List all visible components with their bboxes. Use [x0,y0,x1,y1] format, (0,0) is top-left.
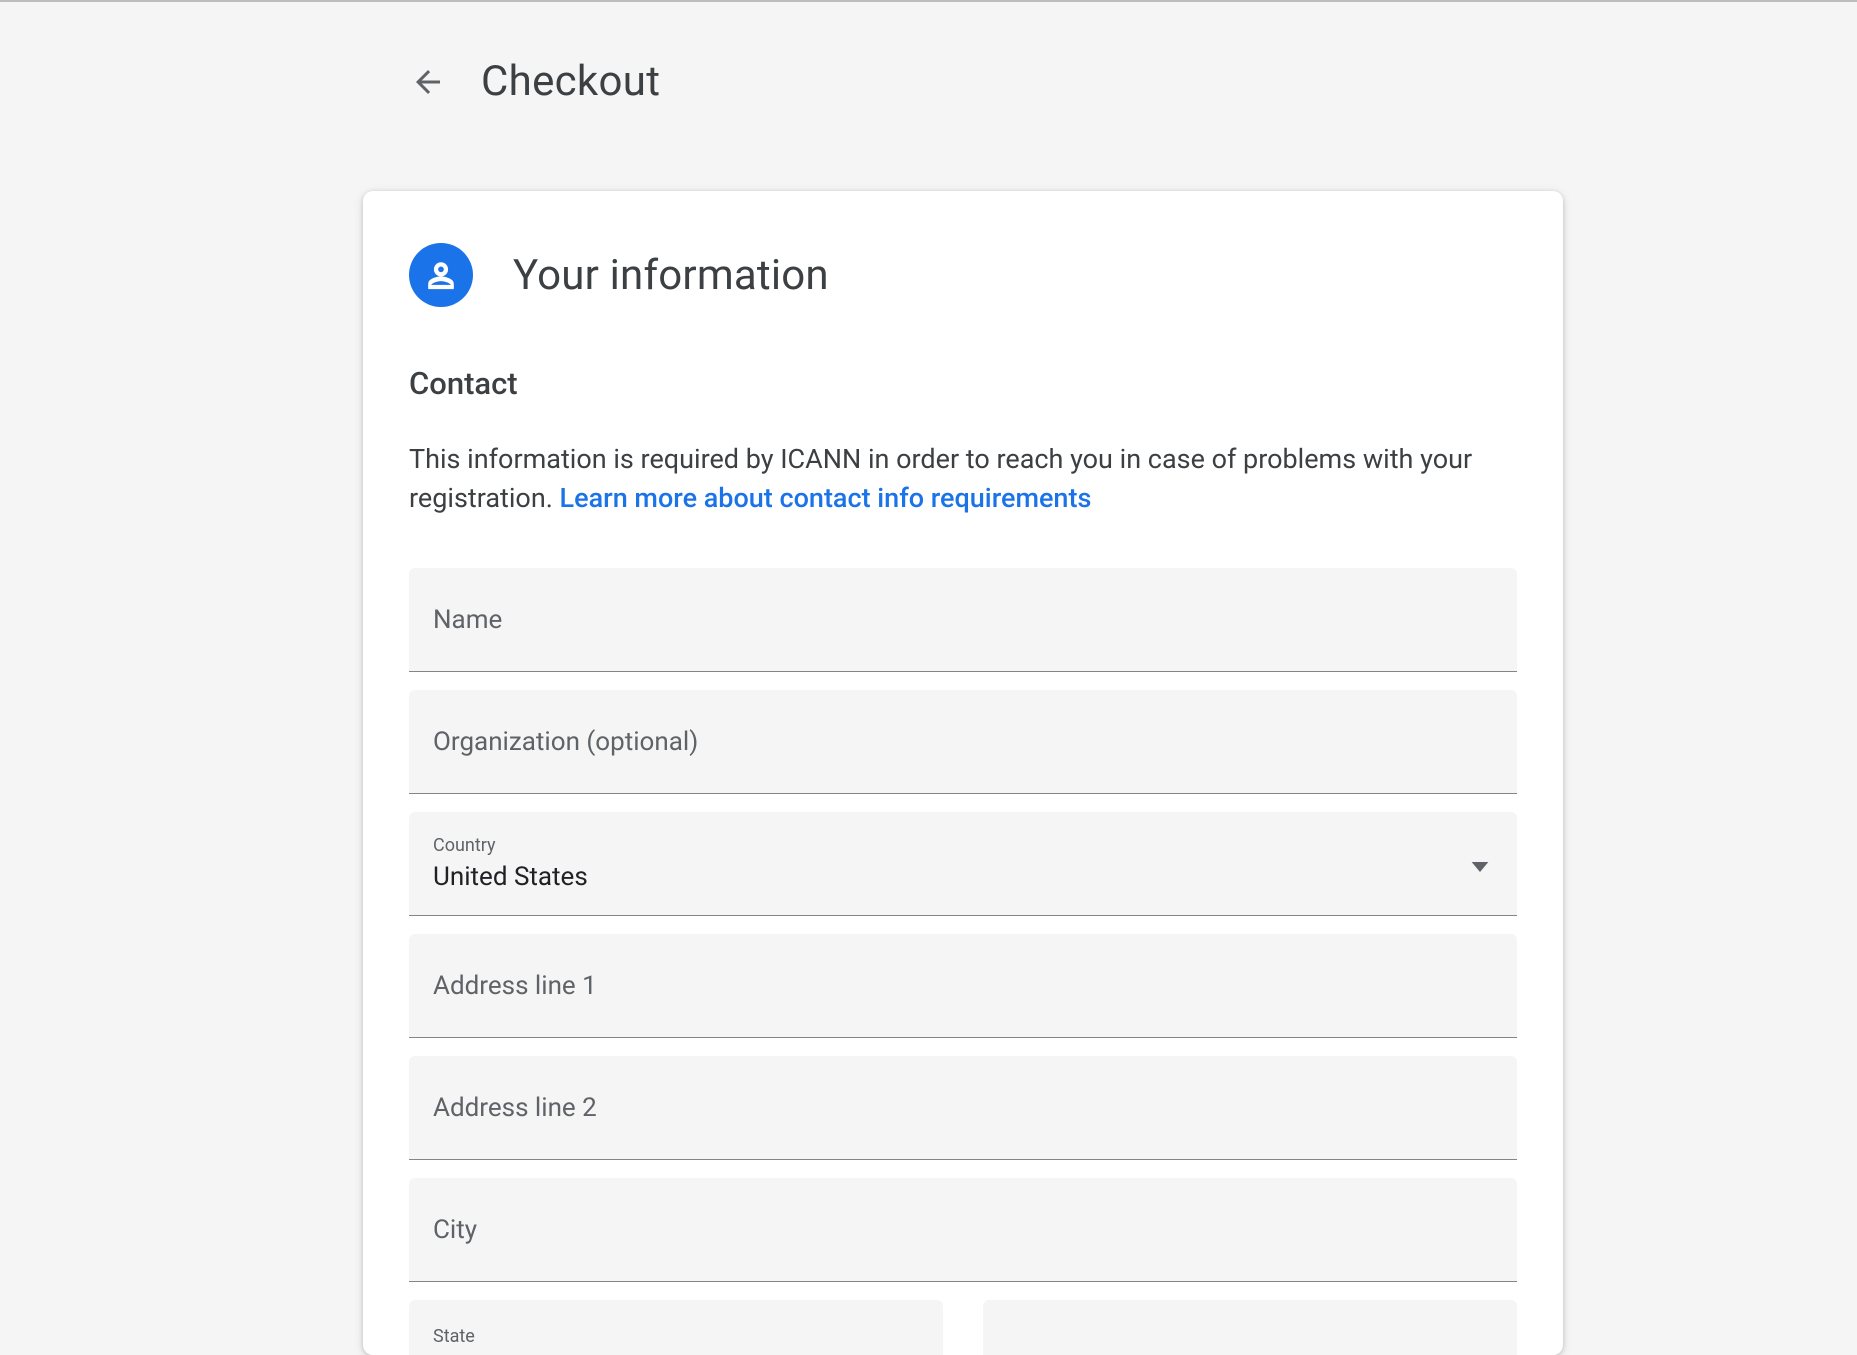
country-value: United States [433,862,588,892]
country-select[interactable]: Country United States [409,812,1517,916]
contact-heading: Contact [409,365,1517,402]
section-title: Your information [513,251,829,300]
contact-description: This information is required by ICANN in… [409,440,1479,518]
name-field[interactable]: Name [409,568,1517,672]
city-placeholder: City [433,1215,477,1245]
organization-placeholder: Organization (optional) [433,727,698,757]
checkout-card: Your information Contact This informatio… [363,191,1563,1355]
back-button[interactable] [410,64,446,100]
person-icon-circle [409,243,473,307]
chevron-down-icon [1471,849,1489,879]
address-line-1-field[interactable]: Address line 1 [409,934,1517,1038]
state-select[interactable]: State [409,1300,943,1355]
zip-field[interactable] [983,1300,1517,1355]
page-title: Checkout [481,57,660,106]
address-line-2-field[interactable]: Address line 2 [409,1056,1517,1160]
country-label: Country [433,835,496,856]
address2-placeholder: Address line 2 [433,1093,597,1123]
section-header: Your information [409,243,1517,307]
page-header: Checkout [410,57,1857,106]
state-label: State [433,1326,475,1347]
learn-more-link[interactable]: Learn more about contact info requiremen… [560,482,1092,514]
person-icon [424,258,458,292]
address1-placeholder: Address line 1 [433,971,597,1001]
arrow-back-icon [410,64,446,100]
city-field[interactable]: City [409,1178,1517,1282]
organization-field[interactable]: Organization (optional) [409,690,1517,794]
name-placeholder: Name [433,605,502,635]
